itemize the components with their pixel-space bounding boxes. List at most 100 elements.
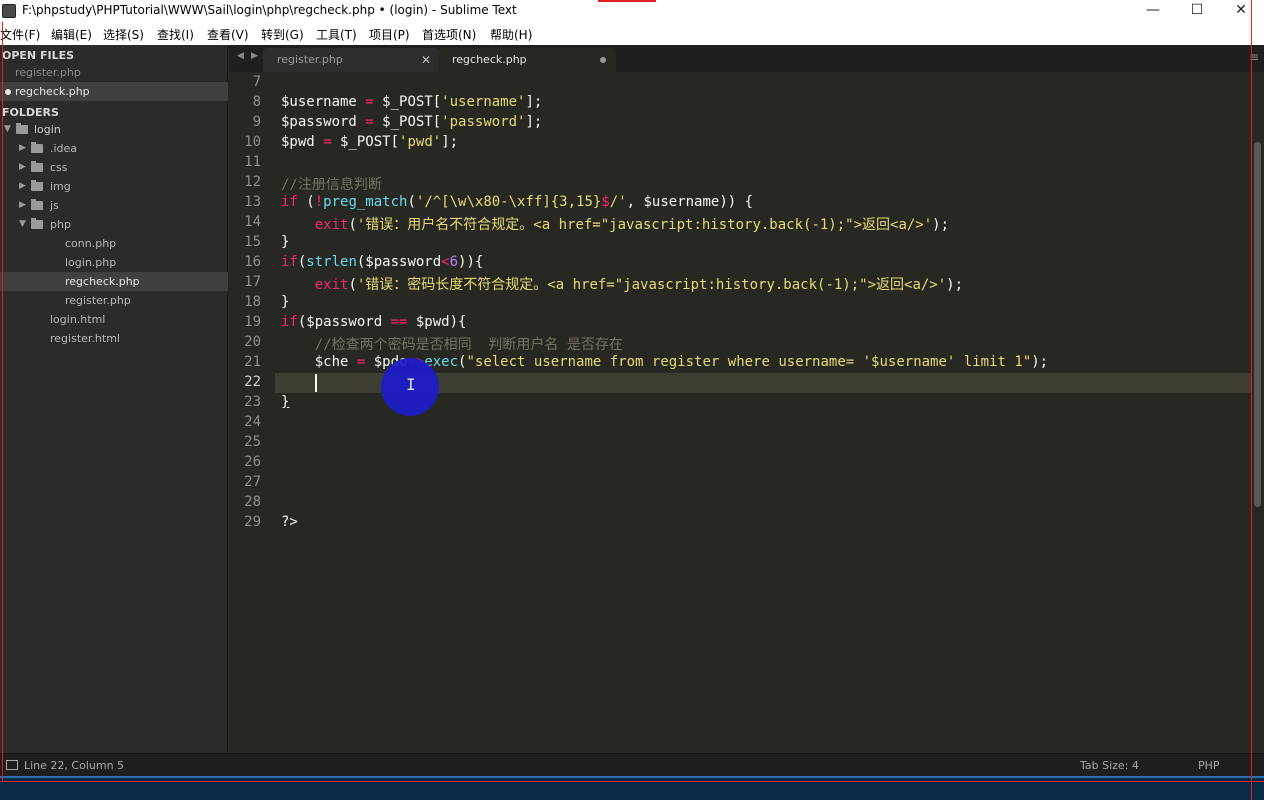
collapsed-arrow-icon: ▶: [19, 181, 26, 191]
menu-project[interactable]: 项目(P): [369, 26, 410, 43]
menu-preferences[interactable]: 首选项(N): [422, 26, 476, 43]
menu-selection[interactable]: 选择(S): [103, 26, 144, 43]
folder-label: php: [50, 218, 71, 231]
menu-edit[interactable]: 编辑(E): [51, 26, 92, 43]
file-item[interactable]: register.php: [0, 291, 228, 310]
line-number: 26: [244, 454, 261, 470]
code-token: if: [281, 314, 298, 330]
code-token: , $username)) {: [626, 194, 754, 210]
folder-label: img: [50, 180, 71, 193]
tab-size-selector[interactable]: Tab Size: 4: [1080, 759, 1139, 772]
folder-css[interactable]: ▶ css: [0, 158, 228, 177]
code-token: (: [348, 277, 357, 293]
expanded-arrow-icon: ▼: [4, 124, 11, 134]
code-token: '/^[\w\x80-\xff]{3,15}: [415, 194, 602, 210]
code-token: ];: [525, 114, 543, 130]
line-number: 10: [244, 134, 261, 150]
line-number: 9: [252, 114, 261, 130]
folder-label: login: [34, 123, 61, 136]
syntax-selector[interactable]: PHP: [1198, 759, 1220, 772]
folder-icon: [31, 199, 43, 210]
code-token: $pwd){: [407, 314, 467, 330]
code-token: !: [314, 194, 324, 210]
code-token: "select username from register where use…: [466, 354, 1032, 370]
menu-file[interactable]: 文件(F): [0, 26, 40, 43]
file-item[interactable]: register.html: [0, 329, 228, 348]
code-token: );: [946, 277, 964, 293]
code-token: '错误：密码长度不符合规定。<a href="javascript:histor…: [356, 277, 947, 293]
code-token: (: [407, 194, 416, 210]
code-line: if(strlen($password<6)){: [281, 254, 483, 270]
code-token: $_POST[: [382, 114, 442, 130]
recording-frame-right: [1251, 0, 1252, 800]
code-line: $username = $_POST['username'];: [281, 94, 542, 110]
code-token: );: [1031, 354, 1049, 370]
minimize-button[interactable]: —: [1130, 0, 1176, 22]
close-button[interactable]: ✕: [1218, 0, 1264, 22]
code-token: );: [932, 217, 950, 233]
scrollbar-thumb[interactable]: [1254, 142, 1261, 507]
code-line: //检查两个密码是否相同 判断用户名 是否存在: [281, 334, 623, 354]
close-tab-icon[interactable]: ✕: [421, 48, 431, 72]
folder-login[interactable]: ▼ login: [0, 120, 228, 139]
folder-icon: [31, 180, 43, 191]
file-item[interactable]: login.html: [0, 310, 228, 329]
panel-toggle-icon[interactable]: [6, 760, 18, 770]
line-number: 29: [244, 514, 261, 530]
file-item[interactable]: login.php: [0, 253, 228, 272]
tab-regcheck-php[interactable]: regcheck.php: [438, 48, 616, 72]
folder-idea[interactable]: ▶ .idea: [0, 139, 228, 158]
text-caret: [315, 374, 317, 392]
recording-marker: [598, 0, 656, 2]
open-file-label: register.php: [15, 66, 81, 79]
vertical-scrollbar[interactable]: [1251, 72, 1264, 753]
title-bar: F:\phpstudy\PHPTutorial\WWW\Sail\login\p…: [0, 0, 1264, 22]
menu-help[interactable]: 帮助(H): [490, 26, 532, 43]
tab-next-arrow-icon[interactable]: ▶: [251, 51, 258, 61]
menu-find[interactable]: 查找(I): [157, 26, 194, 43]
file-item-selected[interactable]: regcheck.php: [0, 272, 228, 291]
file-item[interactable]: conn.php: [0, 234, 228, 253]
code-token: $: [601, 194, 610, 210]
status-bar: Line 22, Column 5 Tab Size: 4 PHP: [0, 753, 1264, 776]
code-token: ];: [525, 94, 543, 110]
code-line: $password = $_POST['password'];: [281, 114, 542, 130]
folder-php[interactable]: ▼ php: [0, 215, 228, 234]
menu-view[interactable]: 查看(V): [207, 26, 249, 43]
tab-register-php[interactable]: register.php ✕: [263, 48, 439, 72]
tab-prev-arrow-icon[interactable]: ◀: [237, 51, 244, 61]
maximize-button[interactable]: ☐: [1174, 0, 1220, 22]
code-line: if (!preg_match('/^[\w\x80-\xff]{3,15}$/…: [281, 194, 753, 210]
open-files-heading: OPEN FILES: [2, 49, 75, 62]
code-token: ];: [441, 134, 459, 150]
menu-tools[interactable]: 工具(T): [316, 26, 357, 43]
line-number-current: 22: [244, 374, 261, 390]
code-token: $pwd: [281, 134, 315, 150]
folder-js[interactable]: ▶ js: [0, 196, 228, 215]
open-file-item[interactable]: register.php: [0, 63, 228, 82]
menu-goto[interactable]: 转到(G): [261, 26, 304, 43]
sidebar: OPEN FILES register.php regcheck.php FOL…: [0, 45, 228, 753]
line-number: 28: [244, 494, 261, 510]
line-number: 17: [244, 274, 261, 290]
code-line: $pwd = $_POST['pwd'];: [281, 134, 458, 150]
tab-label: register.php: [277, 53, 343, 66]
code-comment: //检查两个密码是否相同 判断用户名 是否存在: [314, 337, 623, 353]
folder-img[interactable]: ▶ img: [0, 177, 228, 196]
code-token: =: [356, 94, 383, 110]
folder-open-icon: [16, 123, 28, 134]
code-line: exit('错误：密码长度不符合规定。<a href="javascript:h…: [281, 274, 963, 294]
code-comment: //注册信息判断: [281, 177, 382, 193]
code-token: )){: [458, 254, 484, 270]
collapsed-arrow-icon: ▶: [19, 162, 26, 172]
code-token: strlen: [306, 254, 357, 270]
line-number: 20: [244, 334, 261, 350]
line-number: 13: [244, 194, 261, 210]
code-token: $username: [281, 94, 357, 110]
line-number: 8: [252, 94, 261, 110]
open-file-item-active[interactable]: regcheck.php: [0, 82, 228, 101]
code-editor[interactable]: 7 8 9 10 11 12 13 14 15 16 17 18 19 20 2…: [229, 72, 1251, 753]
modified-dot-icon[interactable]: [600, 57, 606, 63]
